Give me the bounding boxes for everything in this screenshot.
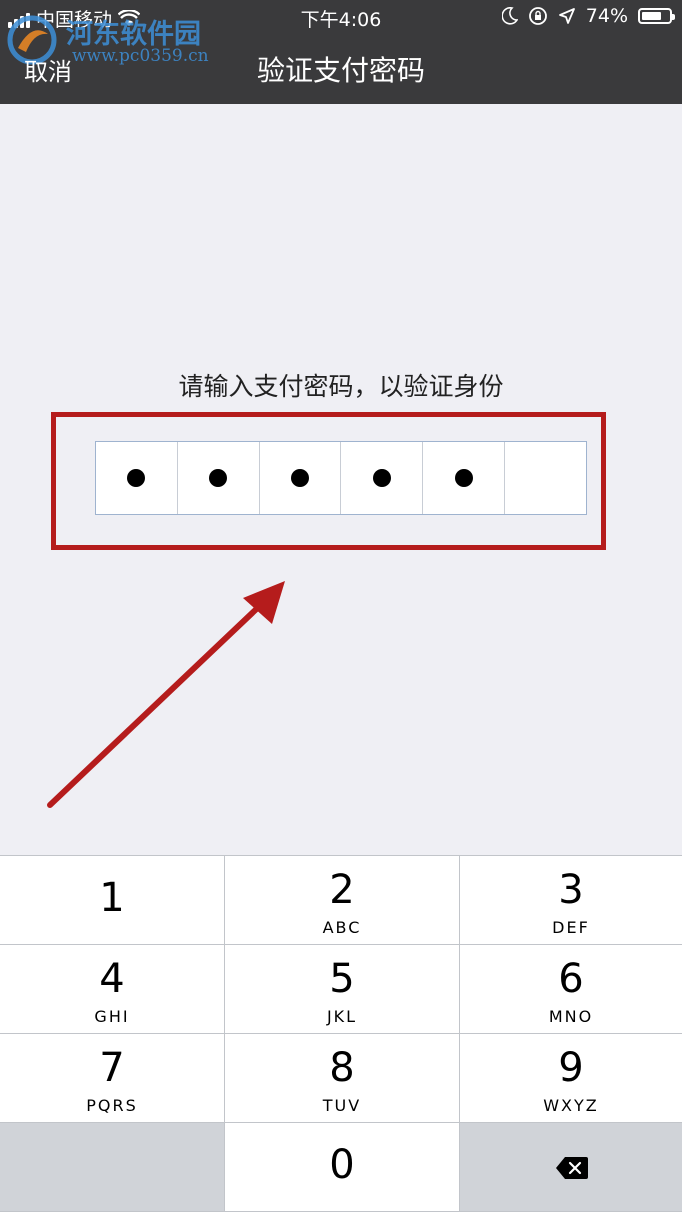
key-letters: DEF: [552, 918, 590, 937]
key-1[interactable]: 1: [0, 856, 224, 944]
key-letters: MNO: [548, 1007, 594, 1026]
orientation-lock-icon: [528, 7, 547, 25]
location-icon: [558, 8, 575, 24]
key-8[interactable]: 8 TUV: [225, 1034, 459, 1122]
backspace-icon: [556, 1157, 588, 1179]
key-3[interactable]: 3 DEF: [460, 856, 682, 944]
password-cell: [423, 442, 506, 514]
password-prompt: 请输入支付密码，以验证身份: [178, 372, 504, 401]
password-cell: [96, 442, 178, 514]
key-letters: TUV: [322, 1096, 362, 1115]
key-letters: GHI: [94, 1007, 130, 1026]
key-6[interactable]: 6 MNO: [460, 945, 682, 1033]
key-5[interactable]: 5 JKL: [225, 945, 459, 1033]
key-letters: WXYZ: [543, 1096, 599, 1115]
cancel-button[interactable]: 取消: [24, 52, 72, 87]
key-0[interactable]: 0: [225, 1123, 459, 1211]
key-4[interactable]: 4 GHI: [0, 945, 224, 1033]
key-letters: JKL: [326, 1007, 358, 1026]
key-number: 6: [558, 956, 584, 1002]
key-letters: ABC: [322, 918, 362, 937]
key-7[interactable]: 7 PQRS: [0, 1034, 224, 1122]
password-dot: [372, 469, 391, 487]
key-number: 1: [99, 875, 125, 921]
key-letters: PQRS: [86, 1096, 138, 1115]
password-dot: [127, 469, 146, 487]
battery-percent: 74%: [585, 5, 628, 27]
numeric-keypad: 1 2 ABC 3 DEF 4 GHI 5 JKL 6 MNO 7 PQRS 8 TUV 9 WXYZ 0: [0, 855, 682, 1212]
battery-icon: [638, 8, 675, 24]
password-cell: [260, 442, 342, 514]
key-9[interactable]: 9 WXYZ: [460, 1034, 682, 1122]
password-cell: [505, 442, 586, 514]
key-number: 3: [558, 867, 584, 913]
password-dot: [291, 469, 310, 487]
watermark-url: www.pc0359.cn: [72, 46, 209, 66]
password-cell: [341, 442, 424, 514]
password-dot: [454, 469, 473, 487]
backspace-key[interactable]: [460, 1123, 682, 1211]
key-number: 9: [558, 1045, 584, 1091]
moon-icon: [501, 7, 518, 25]
key-number: 2: [329, 867, 355, 913]
key-number: 7: [99, 1045, 125, 1091]
key-2[interactable]: 2 ABC: [225, 856, 459, 944]
key-blank: [0, 1123, 224, 1211]
key-number: 4: [99, 956, 125, 1002]
key-number: 0: [329, 1142, 355, 1188]
password-dot: [209, 469, 228, 487]
password-cell: [178, 442, 260, 514]
key-number: 5: [329, 956, 355, 1002]
password-input[interactable]: [95, 441, 587, 515]
top-bar: 中国移动 下午4:06 74% 河东软件园 www.pc0359.cn 取消 验…: [0, 0, 682, 104]
key-number: 8: [329, 1045, 355, 1091]
